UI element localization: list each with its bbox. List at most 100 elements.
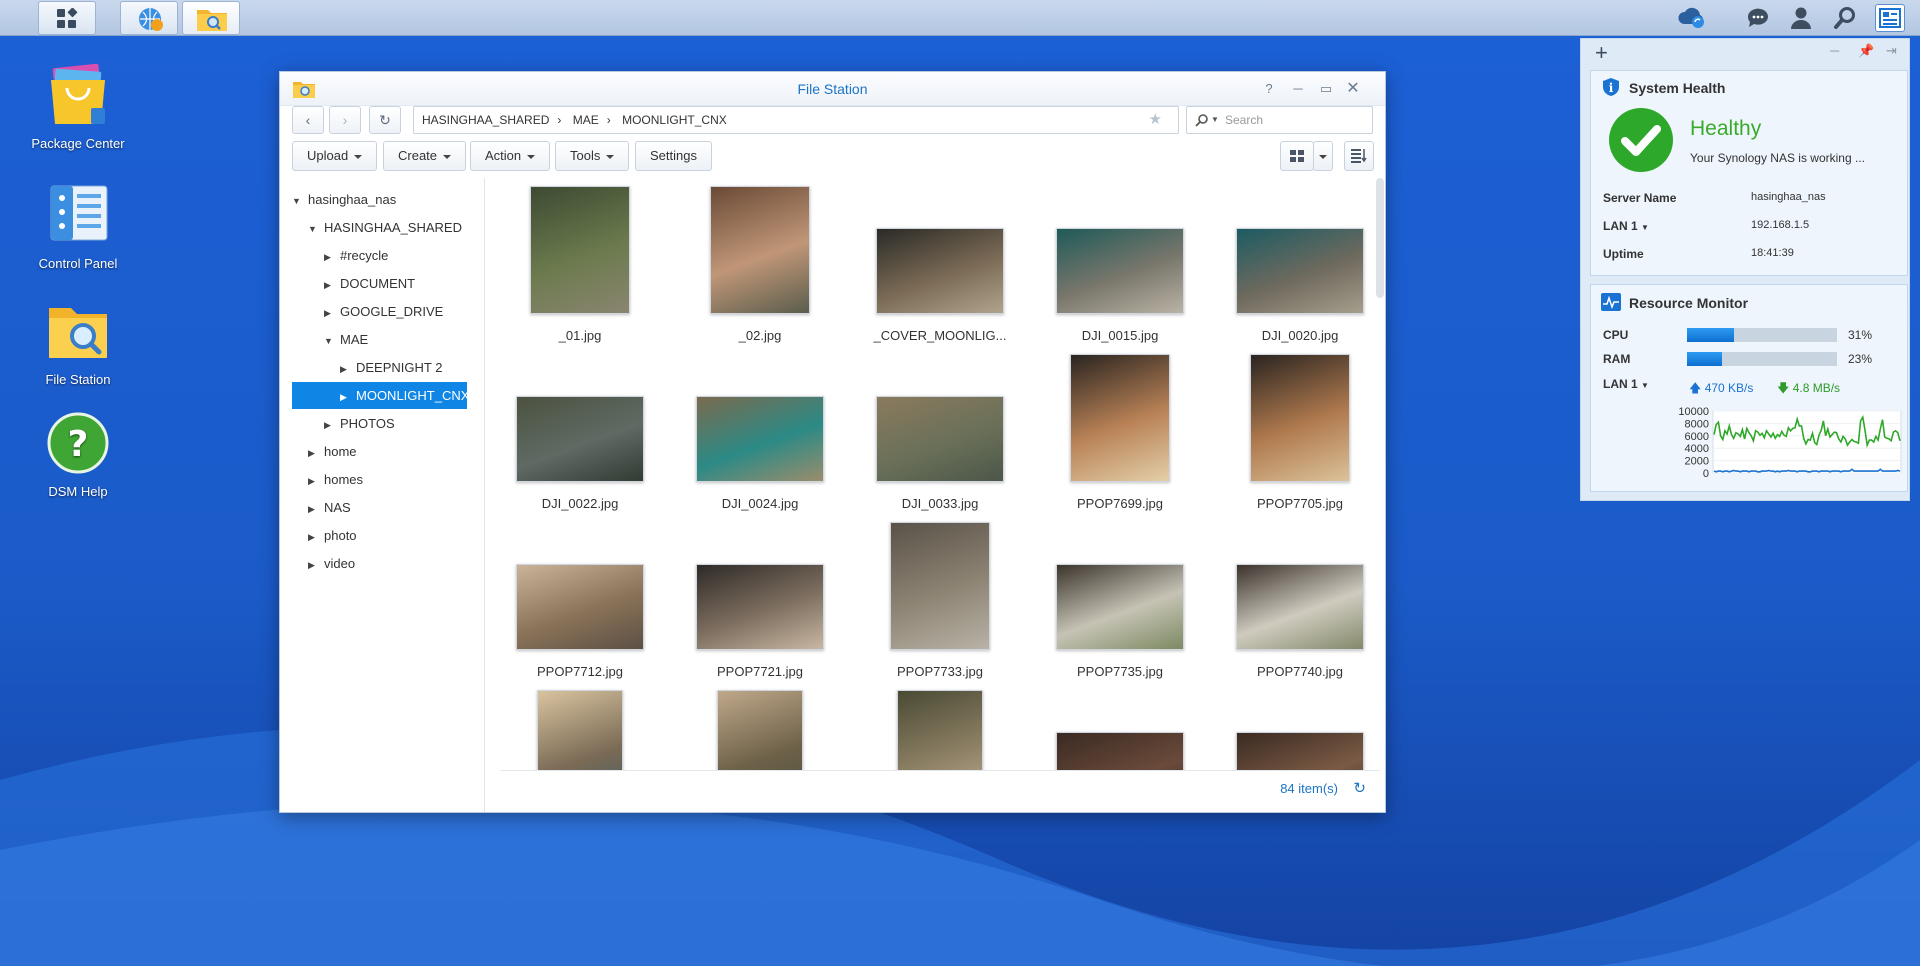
file-item[interactable] — [670, 686, 850, 771]
breadcrumb-item[interactable]: MOONLIGHT_CNX — [622, 113, 727, 127]
view-mode-dropdown[interactable] — [1313, 141, 1333, 171]
minimize-button[interactable]: ─ — [1289, 80, 1307, 98]
taskbar-dsm-cloud-button[interactable] — [120, 1, 178, 35]
cloud-sync-button[interactable] — [1677, 4, 1707, 32]
file-item[interactable] — [1210, 686, 1370, 771]
file-item[interactable]: PPOP7721.jpg — [670, 518, 850, 686]
collapsed-arrow-icon[interactable]: ▶ — [308, 440, 320, 467]
lan-select[interactable]: LAN 1 ▼ — [1603, 377, 1649, 391]
collapsed-arrow-icon[interactable]: ▶ — [308, 496, 320, 523]
settings-button[interactable]: Settings — [635, 141, 712, 171]
file-item[interactable] — [1030, 686, 1210, 771]
collapsed-arrow-icon[interactable]: ▶ — [340, 356, 352, 383]
lan-select[interactable]: LAN 1 ▼ — [1603, 219, 1649, 233]
path-bar[interactable]: HASINGHAA_SHARED › MAE › MOONLIGHT_CNX ★ — [413, 106, 1179, 134]
file-item[interactable]: DJI_0033.jpg — [850, 350, 1030, 518]
maximize-button[interactable]: ▭ — [1317, 80, 1335, 98]
status-refresh-icon[interactable]: ↻ — [1353, 779, 1366, 797]
file-item[interactable]: DJI_0024.jpg — [670, 350, 850, 518]
star-icon[interactable]: ★ — [1149, 107, 1162, 133]
cpu-bar-fill — [1687, 328, 1734, 342]
sort-button[interactable] — [1344, 141, 1374, 171]
window-title: File Station — [797, 81, 868, 97]
breadcrumb-item[interactable]: HASINGHAA_SHARED — [422, 113, 549, 127]
tree-node-label: HASINGHAA_SHARED — [324, 220, 462, 235]
chat-button[interactable] — [1743, 4, 1773, 32]
back-button[interactable]: ‹ — [292, 106, 324, 134]
tree-node[interactable]: ▶ MOONLIGHT_CNX — [292, 382, 467, 409]
tree-node-label: home — [324, 444, 357, 459]
refresh-button[interactable]: ↻ — [369, 106, 401, 134]
search-button[interactable] — [1830, 4, 1860, 32]
add-widget-button[interactable]: + — [1595, 40, 1608, 66]
file-item[interactable]: PPOP7712.jpg — [490, 518, 670, 686]
expanded-arrow-icon[interactable]: ▼ — [308, 216, 320, 243]
tree-node[interactable]: ▶ #recycle — [324, 242, 388, 269]
window-titlebar[interactable]: File Station ? ─ ▭ ✕ — [280, 72, 1385, 106]
desktop-icon-package-center[interactable]: Package Center — [23, 62, 133, 152]
tree-node[interactable]: ▼ HASINGHAA_SHARED — [308, 214, 462, 241]
collapsed-arrow-icon[interactable]: ▶ — [324, 412, 336, 439]
tree-node[interactable]: ▼ MAE — [324, 326, 368, 353]
action-button[interactable]: Action — [470, 141, 551, 171]
tree-node[interactable]: ▶ NAS — [308, 494, 351, 521]
file-item[interactable]: PPOP7705.jpg — [1210, 350, 1370, 518]
collapsed-arrow-icon[interactable]: ▶ — [324, 300, 336, 327]
file-thumbnail — [876, 228, 1004, 314]
file-thumbnail — [1056, 732, 1184, 771]
tree-node[interactable]: ▶ video — [308, 550, 355, 577]
file-name: PPOP7699.jpg — [1076, 496, 1163, 511]
user-button[interactable] — [1786, 4, 1816, 32]
file-item[interactable] — [850, 686, 1030, 771]
tree-node[interactable]: ▶ homes — [308, 466, 363, 493]
create-button[interactable]: Create — [383, 141, 467, 171]
file-item[interactable]: DJI_0020.jpg — [1210, 182, 1370, 350]
tools-button[interactable]: Tools — [555, 141, 630, 171]
forward-button[interactable]: › — [329, 106, 361, 134]
widgets-button[interactable] — [1875, 4, 1905, 32]
upload-button[interactable]: Upload — [292, 141, 378, 171]
file-item[interactable]: DJI_0022.jpg — [490, 350, 670, 518]
tree-node[interactable]: ▶ photo — [308, 522, 357, 549]
collapsed-arrow-icon[interactable]: ▶ — [308, 524, 320, 551]
file-item[interactable]: PPOP7740.jpg — [1210, 518, 1370, 686]
collapsed-arrow-icon[interactable]: ▶ — [308, 552, 320, 579]
search-input[interactable]: ▼ Search — [1186, 106, 1373, 134]
desktop-icon-file-station[interactable]: File Station — [23, 298, 133, 388]
desktop-icon-dsm-help[interactable]: ? DSM Help — [23, 410, 133, 500]
pin-icon[interactable]: 📌 — [1858, 43, 1874, 59]
collapsed-arrow-icon[interactable]: ▶ — [324, 244, 336, 271]
file-grid: _01.jpg _02.jpg _COVER_MOONLIG... DJI_0015.… — [490, 178, 1370, 771]
view-mode-button[interactable] — [1280, 141, 1314, 171]
collapsed-arrow-icon[interactable]: ▶ — [308, 468, 320, 495]
tree-node[interactable]: ▶ PHOTOS — [324, 410, 395, 437]
main-menu-button[interactable] — [38, 1, 96, 35]
file-item[interactable]: PPOP7735.jpg — [1030, 518, 1210, 686]
tree-node[interactable]: ▼ hasinghaa_nas — [292, 186, 396, 213]
help-button[interactable]: ? — [1260, 80, 1278, 98]
taskbar-file-station-button[interactable] — [182, 1, 240, 35]
file-item[interactable]: PPOP7733.jpg — [850, 518, 1030, 686]
file-item[interactable]: PPOP7699.jpg — [1030, 350, 1210, 518]
collapsed-arrow-icon[interactable]: ▶ — [340, 384, 352, 409]
tree-node[interactable]: ▶ GOOGLE_DRIVE — [324, 298, 443, 325]
file-item[interactable] — [490, 686, 670, 771]
file-item[interactable]: DJI_0015.jpg — [1030, 182, 1210, 350]
caret-down-icon — [527, 154, 536, 159]
tree-node[interactable]: ▶ home — [308, 438, 357, 465]
expanded-arrow-icon[interactable]: ▼ — [324, 328, 336, 355]
file-item[interactable]: _02.jpg — [670, 182, 850, 350]
scrollbar[interactable] — [1376, 178, 1384, 298]
collapse-icon[interactable]: ⇥ — [1886, 43, 1897, 59]
minimize-icon[interactable]: ─ — [1830, 43, 1839, 58]
tree-node[interactable]: ▶ DOCUMENT — [324, 270, 415, 297]
close-button[interactable]: ✕ — [1344, 80, 1362, 98]
expanded-arrow-icon[interactable]: ▼ — [292, 188, 304, 215]
file-item[interactable]: _01.jpg — [490, 182, 670, 350]
file-item[interactable]: _COVER_MOONLIG... — [850, 182, 1030, 350]
tree-node[interactable]: ▶ DEEPNIGHT 2 — [340, 354, 442, 381]
desktop-icon-control-panel[interactable]: Control Panel — [23, 182, 133, 272]
collapsed-arrow-icon[interactable]: ▶ — [324, 272, 336, 299]
breadcrumb-item[interactable]: MAE — [573, 113, 599, 127]
caret-down-icon — [606, 154, 615, 159]
